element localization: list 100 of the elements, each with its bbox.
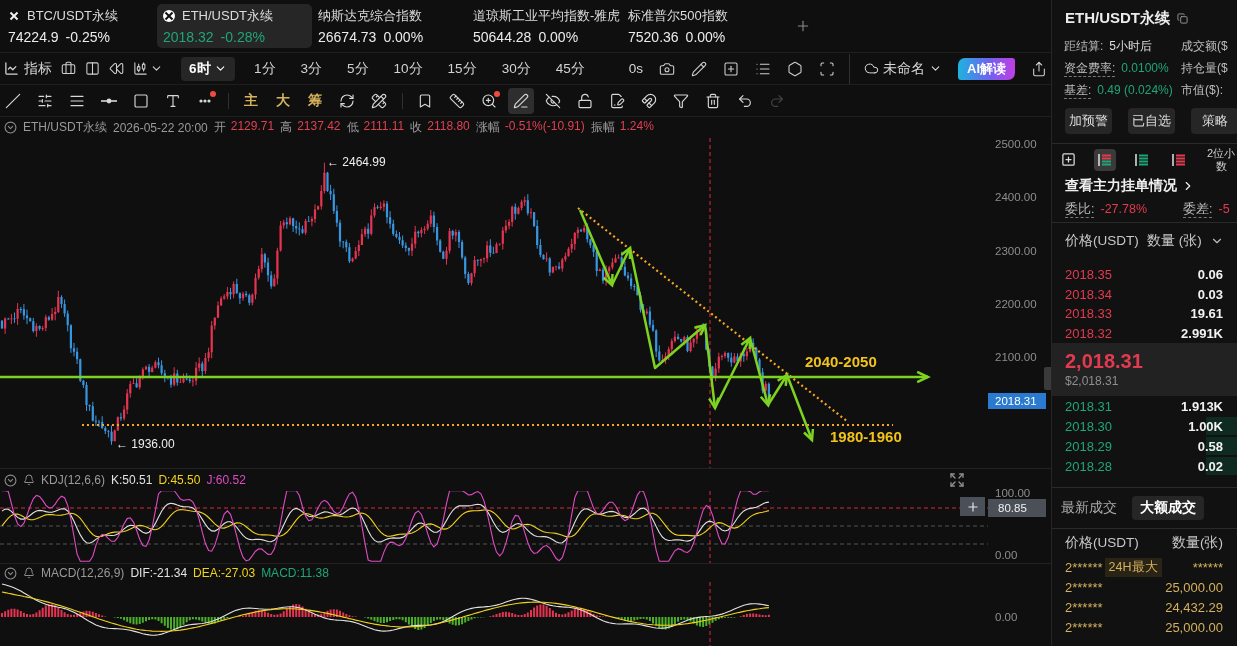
- stat-label: 资金费率:: [1064, 60, 1116, 77]
- sliders-icon: [37, 92, 53, 109]
- indicator-value: D:45.50: [158, 473, 201, 487]
- camera-icon[interactable]: [659, 60, 675, 77]
- ticker-change: 0.00%: [383, 29, 424, 45]
- ticker-symbol: ETH/USDT永续: [182, 7, 273, 25]
- interval-tab[interactable]: 45分: [543, 56, 598, 81]
- ohlc-value: 2111.11: [363, 119, 405, 135]
- lock-open-icon: [577, 92, 593, 109]
- book-view-button[interactable]: [1094, 148, 1116, 171]
- main-orders-link[interactable]: 查看主力挂单情况: [1052, 175, 1195, 197]
- ticker-change: 0.00%: [538, 29, 579, 45]
- collapse-icon[interactable]: [4, 473, 17, 487]
- ticker-change: -0.25%: [65, 29, 110, 45]
- ask-amount: 0.03: [1197, 286, 1223, 302]
- magnet-icon: [641, 92, 657, 109]
- crosshair-line: [709, 582, 711, 646]
- crosshair-line: [709, 491, 711, 563]
- ohlc-value: 1.24%: [619, 119, 654, 135]
- ohlc-label: 振幅: [590, 119, 615, 136]
- pencil-icon[interactable]: [691, 60, 707, 77]
- ask-price: 2018.33: [1065, 306, 1112, 322]
- price-axis-label: 2500.00: [995, 137, 1037, 151]
- interval-tab[interactable]: 15分: [435, 56, 490, 81]
- collapse-icon[interactable]: [4, 121, 17, 134]
- interval-tab[interactable]: 3分: [288, 56, 335, 81]
- low-price-marker: ← 1936.00: [116, 437, 175, 451]
- copy-icon[interactable]: [1177, 12, 1188, 24]
- bid-price: 2018.31: [1065, 398, 1112, 414]
- column-header: 价格(USDT): [1065, 534, 1139, 552]
- action-button[interactable]: 加预警: [1065, 108, 1112, 134]
- candlestick-icon[interactable]: [133, 61, 148, 76]
- x-logo-icon: [8, 10, 20, 22]
- ai-button[interactable]: AI解读: [958, 57, 1015, 80]
- expand-icon[interactable]: [949, 472, 965, 488]
- ratio-value: -27.78%: [1100, 200, 1148, 218]
- ohlc-label: 收: [410, 119, 423, 136]
- action-button[interactable]: 策略: [1191, 108, 1237, 134]
- ticker-price: 74224.9: [8, 29, 59, 45]
- action-button[interactable]: 已自选: [1128, 108, 1175, 134]
- market-title: ETH/USDT永续: [1065, 8, 1170, 28]
- trade-price: 2******: [1065, 559, 1103, 575]
- ruler-icon: [449, 92, 465, 109]
- trade-price: 2******: [1065, 579, 1103, 595]
- bid-price: 2018.29: [1065, 438, 1112, 454]
- eye-off-icon: [545, 92, 561, 109]
- layout-dropdown[interactable]: 未命名: [864, 59, 942, 78]
- columns-icon[interactable]: [85, 61, 100, 76]
- panel-collapse-handle[interactable]: [1044, 367, 1051, 390]
- ticker-price: 2018.32: [163, 29, 214, 45]
- high-price-marker: ← 2464.99: [327, 155, 386, 169]
- indicators-button[interactable]: 指标: [4, 59, 52, 78]
- rewind-icon[interactable]: [109, 61, 124, 76]
- interval-tab[interactable]: 30分: [489, 56, 544, 81]
- ticker-tab[interactable]: 道琼斯工业平均指数-雅虎 50644.28 0.00%: [467, 4, 622, 48]
- indicator-title: KDJ(12,6,6): [41, 473, 106, 487]
- tool-button[interactable]: 大: [270, 87, 296, 114]
- interval-tab[interactable]: 5分: [334, 56, 382, 81]
- collapse-icon[interactable]: [4, 566, 17, 580]
- bid-amount: 1.913K: [1181, 398, 1223, 414]
- line-chart-icon: [4, 61, 19, 76]
- cursor-value-tag: 80.85: [988, 499, 1046, 517]
- interval-tab[interactable]: 6时: [181, 56, 235, 81]
- add-square-icon[interactable]: [723, 60, 739, 77]
- ratio-value: -5: [1218, 200, 1230, 218]
- ticker-tab[interactable]: 标准普尔500指数 7520.36 0.00%: [622, 4, 777, 48]
- add-tab-button[interactable]: [795, 18, 811, 34]
- hexagon-icon[interactable]: [787, 60, 803, 77]
- ticker-tab[interactable]: 纳斯达克综合指数 26674.73 0.00%: [312, 4, 467, 48]
- tool-button[interactable]: 主: [238, 87, 264, 114]
- column-header: 数量(张): [1172, 534, 1223, 552]
- line-with-dot-icon: [101, 97, 117, 104]
- column-header: 价格(USDT): [1065, 231, 1140, 250]
- ticker-tab[interactable]: ETH/USDT永续 2018.32 -0.28%: [157, 4, 312, 48]
- ticker-tab[interactable]: BTC/USDT永续 74224.9 -0.25%: [2, 4, 157, 48]
- ask-amount: 19.61: [1190, 306, 1223, 322]
- plus-icon: [795, 18, 811, 34]
- fullscreen-icon[interactable]: [819, 60, 835, 77]
- price-axis-label: 2400.00: [995, 190, 1037, 205]
- slash-icon: [5, 92, 21, 109]
- tool-button[interactable]: [508, 87, 534, 114]
- ohlc-label: 低: [346, 119, 359, 136]
- precision-toggle[interactable]: 2位小数: [1205, 146, 1237, 173]
- interval-tab[interactable]: 10分: [381, 56, 436, 81]
- chart-symbol: ETH/USDT永续: [23, 119, 107, 136]
- indicator-axis-label: 0.00: [995, 548, 1018, 562]
- redo-icon: [769, 92, 785, 109]
- add-button[interactable]: [960, 497, 985, 516]
- trades-tab[interactable]: 最新成交: [1061, 496, 1117, 520]
- text-icon: [165, 92, 181, 109]
- interval-tab[interactable]: 1分: [241, 56, 289, 81]
- ratio-label: 委比:: [1065, 200, 1095, 218]
- bell-icon[interactable]: [23, 567, 35, 579]
- share-icon[interactable]: [1031, 60, 1047, 77]
- trades-tab[interactable]: 大额成交: [1132, 496, 1204, 520]
- briefcase-icon[interactable]: [61, 61, 76, 76]
- price-axis-label: 2200.00: [995, 297, 1037, 311]
- tool-button[interactable]: 筹: [302, 87, 328, 114]
- bell-icon[interactable]: [23, 474, 35, 486]
- zoom-in-icon: [481, 92, 497, 109]
